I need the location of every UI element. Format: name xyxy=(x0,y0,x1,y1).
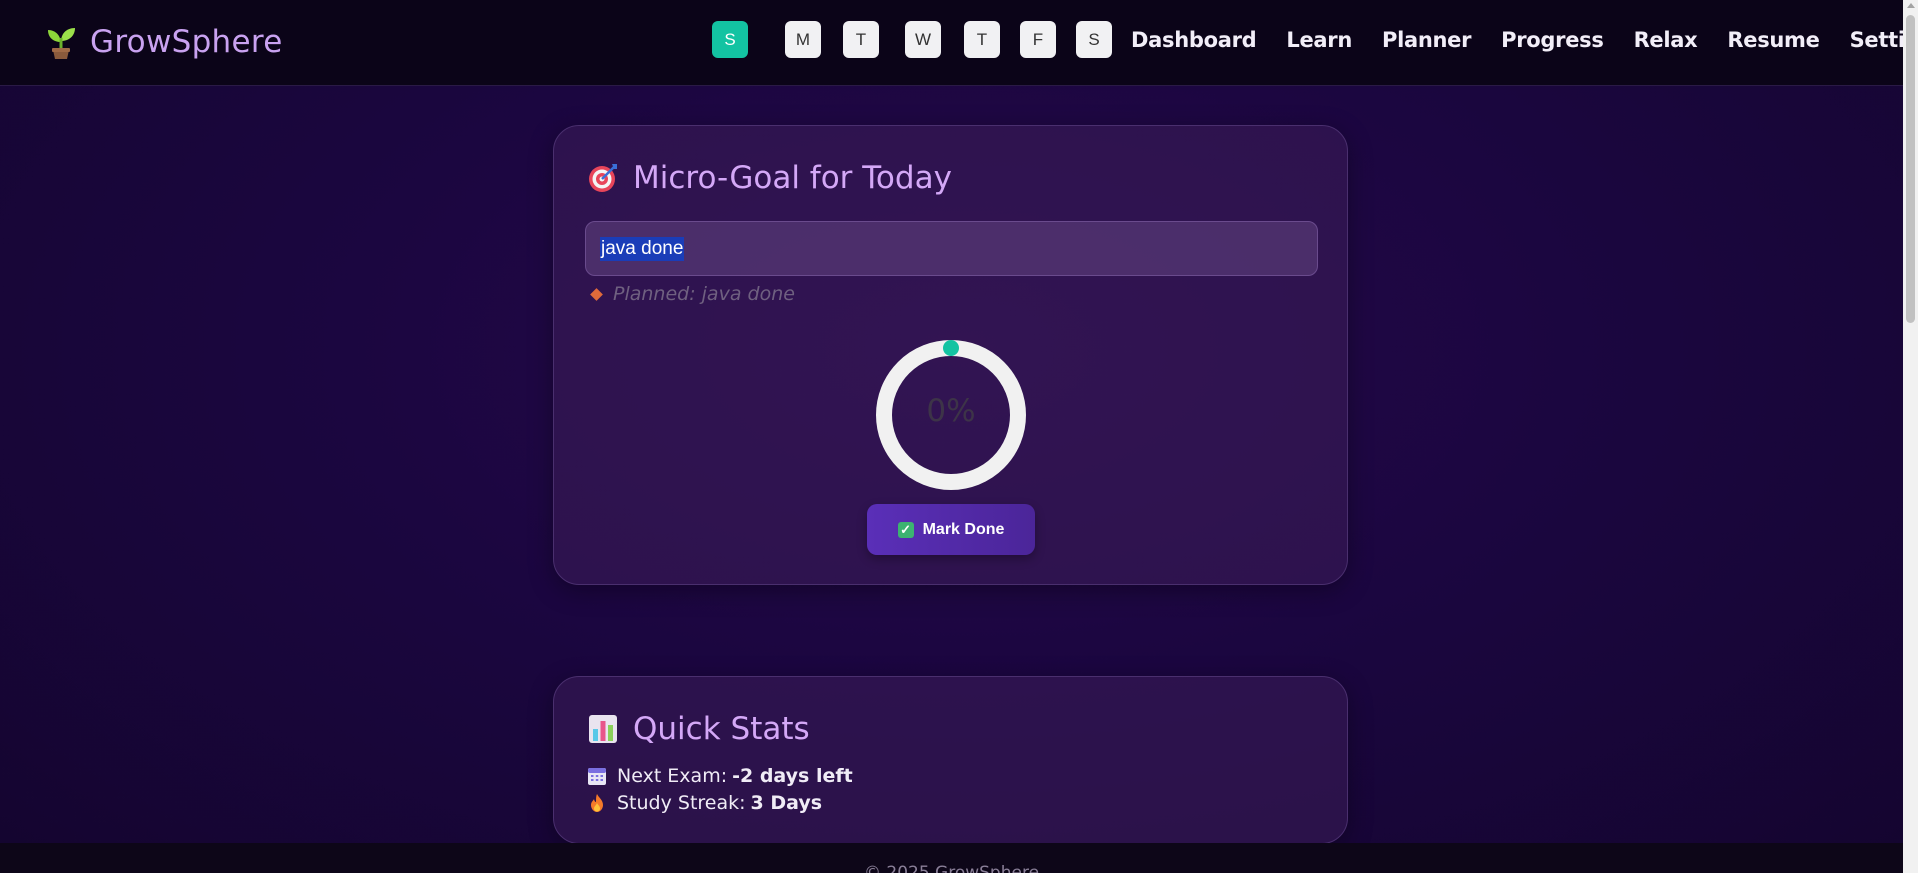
next-exam-value: -2 days left xyxy=(732,765,853,787)
target-icon xyxy=(589,164,617,192)
goal-input[interactable]: java done xyxy=(585,221,1318,276)
day-button-5[interactable]: F xyxy=(1020,21,1056,58)
micro-goal-card: Micro-Goal for Today java done Planned: … xyxy=(553,125,1348,585)
weekday-selector: SMTWTFS xyxy=(712,21,1112,58)
day-button-0[interactable]: S xyxy=(712,21,748,58)
day-button-2[interactable]: T xyxy=(843,21,879,58)
diamond-icon xyxy=(590,287,603,301)
nav-dashboard[interactable]: Dashboard xyxy=(1131,28,1257,52)
next-exam-label: Next Exam: xyxy=(617,765,728,787)
day-button-1[interactable]: M xyxy=(785,21,821,58)
study-streak-stat: Study Streak: 3 Days xyxy=(587,792,822,814)
sprout-icon xyxy=(48,28,75,59)
main-nav: Dashboard Learn Planner Progress Relax Resume… xyxy=(1131,28,1918,52)
progress-percent: 0% xyxy=(926,393,976,429)
scrollbar-thumb[interactable] xyxy=(1906,15,1915,323)
goal-input-value[interactable]: java done xyxy=(600,236,685,261)
day-button-6[interactable]: S xyxy=(1076,21,1112,58)
quick-stats-header: Quick Stats xyxy=(587,711,810,747)
nav-relax[interactable]: Relax xyxy=(1634,28,1698,52)
app-name: GrowSphere xyxy=(90,24,283,60)
study-streak-label: Study Streak: xyxy=(617,792,746,814)
nav-learn[interactable]: Learn xyxy=(1286,28,1352,52)
page-footer: © 2025 GrowSphere xyxy=(0,843,1903,873)
nav-planner[interactable]: Planner xyxy=(1382,28,1471,52)
calendar-icon xyxy=(588,768,606,785)
fire-icon xyxy=(591,794,603,812)
quick-stats-title: Quick Stats xyxy=(633,711,810,747)
mark-done-label: Mark Done xyxy=(922,520,1005,538)
micro-goal-header: Micro-Goal for Today xyxy=(587,160,952,196)
planned-note: Planned: java done xyxy=(590,283,795,305)
day-button-4[interactable]: T xyxy=(964,21,1000,58)
mark-done-button[interactable]: ✓ Mark Done xyxy=(867,504,1035,555)
check-icon: ✓ xyxy=(897,521,914,538)
day-button-3[interactable]: W xyxy=(905,21,941,58)
nav-resume[interactable]: Resume xyxy=(1727,28,1819,52)
quick-stats-card: Quick Stats Next Exam: -2 days left Stud… xyxy=(553,676,1348,844)
footer-text: © 2025 GrowSphere xyxy=(863,863,1040,873)
top-header: GrowSphere SMTWTFS Dashboard Learn Planner… xyxy=(0,0,1918,86)
next-exam-stat: Next Exam: -2 days left xyxy=(587,765,853,787)
vertical-scrollbar[interactable] xyxy=(1903,0,1918,873)
study-streak-value: 3 Days xyxy=(750,792,823,814)
app-logo[interactable]: GrowSphere xyxy=(44,20,283,64)
micro-goal-title: Micro-Goal for Today xyxy=(633,160,952,196)
planned-text: Planned: java done xyxy=(613,283,795,305)
scroll-up-arrow-icon[interactable] xyxy=(1907,3,1915,8)
progress-ring-indicator xyxy=(943,340,959,356)
bar-chart-icon xyxy=(589,715,617,743)
nav-progress[interactable]: Progress xyxy=(1501,28,1604,52)
